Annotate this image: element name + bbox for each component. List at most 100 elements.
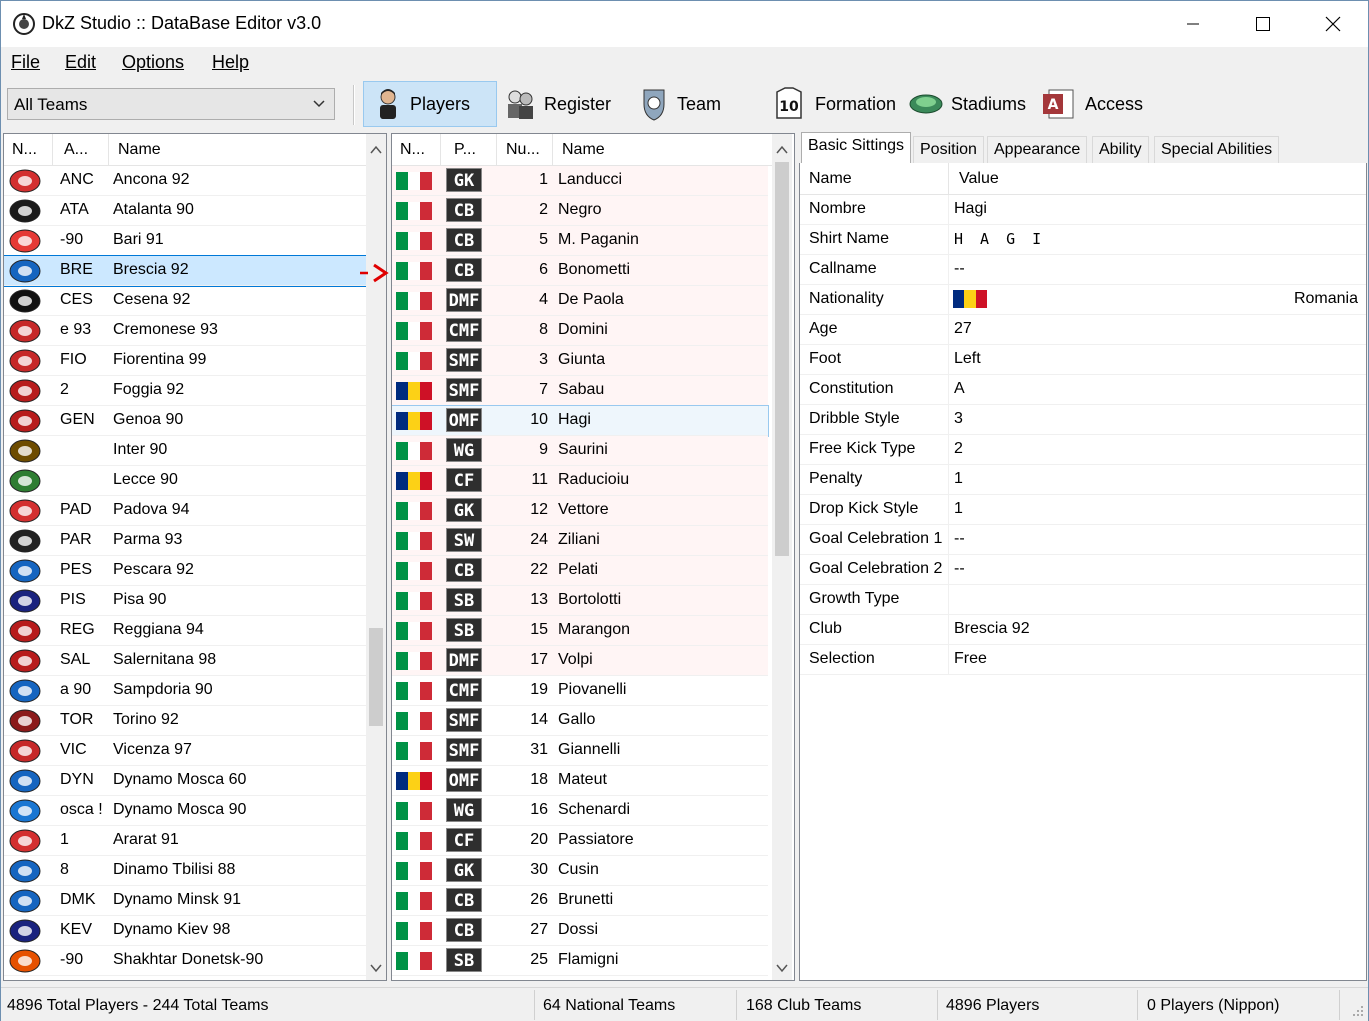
- players-col-nationality[interactable]: N...: [400, 141, 425, 159]
- tab-appearance[interactable]: Appearance: [987, 136, 1088, 164]
- teams-col-flag[interactable]: N...: [12, 141, 37, 159]
- teams-scrollbar[interactable]: [366, 134, 386, 980]
- property-row[interactable]: Constitution A: [800, 375, 1366, 405]
- player-row[interactable]: SB 25 Flamigni: [392, 946, 768, 976]
- team-row[interactable]: Inter 90: [4, 436, 366, 466]
- scroll-up-icon[interactable]: [370, 144, 382, 156]
- player-row[interactable]: CB 6 Bonometti: [392, 256, 768, 286]
- players-list[interactable]: N... P... Nu... Name GK 1 Landucci CB 2 Negro…: [391, 133, 795, 981]
- formation-button[interactable]: 10 Formation: [771, 81, 896, 127]
- team-row[interactable]: PAR Parma 93: [4, 526, 366, 556]
- team-row[interactable]: KEV Dynamo Kiev 98: [4, 916, 366, 946]
- player-row[interactable]: CB 27 Dossi: [392, 916, 768, 946]
- player-row[interactable]: DMF 4 De Paola: [392, 286, 768, 316]
- player-row[interactable]: SMF 3 Giunta: [392, 346, 768, 376]
- team-row[interactable]: Lecce 90: [4, 466, 366, 496]
- menu-help[interactable]: Help: [212, 52, 249, 73]
- property-row[interactable]: Selection Free: [800, 645, 1366, 675]
- player-row[interactable]: SB 15 Marangon: [392, 616, 768, 646]
- team-row[interactable]: CES Cesena 92: [4, 286, 366, 316]
- property-row[interactable]: Nationality Romania: [800, 285, 1366, 315]
- player-row[interactable]: SMF 14 Gallo: [392, 706, 768, 736]
- players-scrollbar-thumb[interactable]: [775, 162, 789, 556]
- scroll-up-icon[interactable]: [776, 144, 788, 156]
- team-row[interactable]: DYN Dynamo Mosca 60: [4, 766, 366, 796]
- team-row[interactable]: FIO Fiorentina 99: [4, 346, 366, 376]
- player-row[interactable]: SMF 7 Sabau: [392, 376, 768, 406]
- maximize-button[interactable]: [1228, 1, 1298, 47]
- access-button[interactable]: A Access: [1041, 81, 1143, 127]
- team-row[interactable]: BRE Brescia 92: [4, 255, 367, 287]
- team-row[interactable]: GEN Genoa 90: [4, 406, 366, 436]
- players-scrollbar[interactable]: [772, 134, 792, 980]
- teams-col-abbr[interactable]: A...: [64, 141, 88, 159]
- team-row[interactable]: PIS Pisa 90: [4, 586, 366, 616]
- players-col-name[interactable]: Name: [562, 141, 605, 159]
- team-row[interactable]: -90 Bari 91: [4, 226, 366, 256]
- player-row[interactable]: SW 24 Ziliani: [392, 526, 768, 556]
- team-row[interactable]: ATA Atalanta 90: [4, 196, 366, 226]
- team-button[interactable]: Team: [639, 81, 721, 127]
- player-row[interactable]: GK 30 Cusin: [392, 856, 768, 886]
- team-row[interactable]: ANC Ancona 92: [4, 166, 366, 196]
- team-row[interactable]: SAL Salernitana 98: [4, 646, 366, 676]
- property-row[interactable]: Penalty 1: [800, 465, 1366, 495]
- resize-grip-icon[interactable]: [1351, 1004, 1365, 1018]
- property-row[interactable]: Shirt Name H A G I: [800, 225, 1366, 255]
- property-row[interactable]: Age 27: [800, 315, 1366, 345]
- team-row[interactable]: osca ! Dynamo Mosca 90: [4, 796, 366, 826]
- player-row[interactable]: OMF 10 Hagi: [392, 405, 769, 437]
- property-row[interactable]: Dribble Style 3: [800, 405, 1366, 435]
- property-row[interactable]: Growth Type: [800, 585, 1366, 615]
- tab-basic-sittings[interactable]: Basic Sittings: [801, 132, 912, 164]
- minimize-button[interactable]: [1158, 1, 1228, 47]
- property-row[interactable]: Goal Celebration 2 --: [800, 555, 1366, 585]
- team-filter-select[interactable]: All Teams: [7, 88, 335, 120]
- player-row[interactable]: DMF 17 Volpi: [392, 646, 768, 676]
- player-row[interactable]: CB 2 Negro: [392, 196, 768, 226]
- teams-scrollbar-thumb[interactable]: [369, 628, 383, 726]
- team-row[interactable]: PAD Padova 94: [4, 496, 366, 526]
- stadiums-button[interactable]: Stadiums: [909, 81, 1026, 127]
- player-row[interactable]: WG 16 Schenardi: [392, 796, 768, 826]
- player-row[interactable]: CMF 19 Piovanelli: [392, 676, 768, 706]
- player-row[interactable]: CB 26 Brunetti: [392, 886, 768, 916]
- team-row[interactable]: -90 Shakhtar Donetsk-90: [4, 946, 366, 976]
- teams-list[interactable]: N... A... Name ANC Ancona 92 ATA Atalanta 9…: [3, 133, 387, 981]
- team-row[interactable]: e 93 Cremonese 93: [4, 316, 366, 346]
- player-row[interactable]: SMF 31 Giannelli: [392, 736, 768, 766]
- tab-ability[interactable]: Ability: [1092, 136, 1149, 164]
- tab-special-abilities[interactable]: Special Abilities: [1154, 136, 1280, 164]
- team-row[interactable]: TOR Torino 92: [4, 706, 366, 736]
- property-row[interactable]: Nombre Hagi: [800, 195, 1366, 225]
- player-row[interactable]: CB 5 M. Paganin: [392, 226, 768, 256]
- property-row[interactable]: Free Kick Type 2: [800, 435, 1366, 465]
- property-row[interactable]: Club Brescia 92: [800, 615, 1366, 645]
- register-button[interactable]: Register: [504, 81, 611, 127]
- menu-edit[interactable]: Edit: [65, 52, 96, 73]
- team-row[interactable]: a 90 Sampdoria 90: [4, 676, 366, 706]
- player-row[interactable]: OMF 18 Mateut: [392, 766, 768, 796]
- team-row[interactable]: PES Pescara 92: [4, 556, 366, 586]
- menu-file[interactable]: File: [11, 52, 40, 73]
- team-row[interactable]: DMK Dynamo Minsk 91: [4, 886, 366, 916]
- close-button[interactable]: [1298, 1, 1368, 47]
- player-row[interactable]: WG 9 Saurini: [392, 436, 768, 466]
- player-row[interactable]: GK 12 Vettore: [392, 496, 768, 526]
- player-row[interactable]: CMF 8 Domini: [392, 316, 768, 346]
- property-row[interactable]: Goal Celebration 1 --: [800, 525, 1366, 555]
- player-row[interactable]: CB 22 Pelati: [392, 556, 768, 586]
- property-row[interactable]: Drop Kick Style 1: [800, 495, 1366, 525]
- property-row[interactable]: Callname --: [800, 255, 1366, 285]
- players-col-position[interactable]: P...: [454, 141, 476, 159]
- player-row[interactable]: GK 1 Landucci: [392, 166, 768, 196]
- player-row[interactable]: CF 20 Passiatore: [392, 826, 768, 856]
- player-properties[interactable]: Name Value Nombre Hagi Shirt Name H A G I Ca…: [799, 163, 1367, 981]
- property-row[interactable]: Foot Left: [800, 345, 1366, 375]
- team-row[interactable]: REG Reggiana 94: [4, 616, 366, 646]
- team-row[interactable]: 2 Foggia 92: [4, 376, 366, 406]
- player-row[interactable]: SB 13 Bortolotti: [392, 586, 768, 616]
- team-row[interactable]: 8 Dinamo Tbilisi 88: [4, 856, 366, 886]
- menu-options[interactable]: Options: [122, 52, 184, 73]
- player-row[interactable]: CF 11 Raducioiu: [392, 466, 768, 496]
